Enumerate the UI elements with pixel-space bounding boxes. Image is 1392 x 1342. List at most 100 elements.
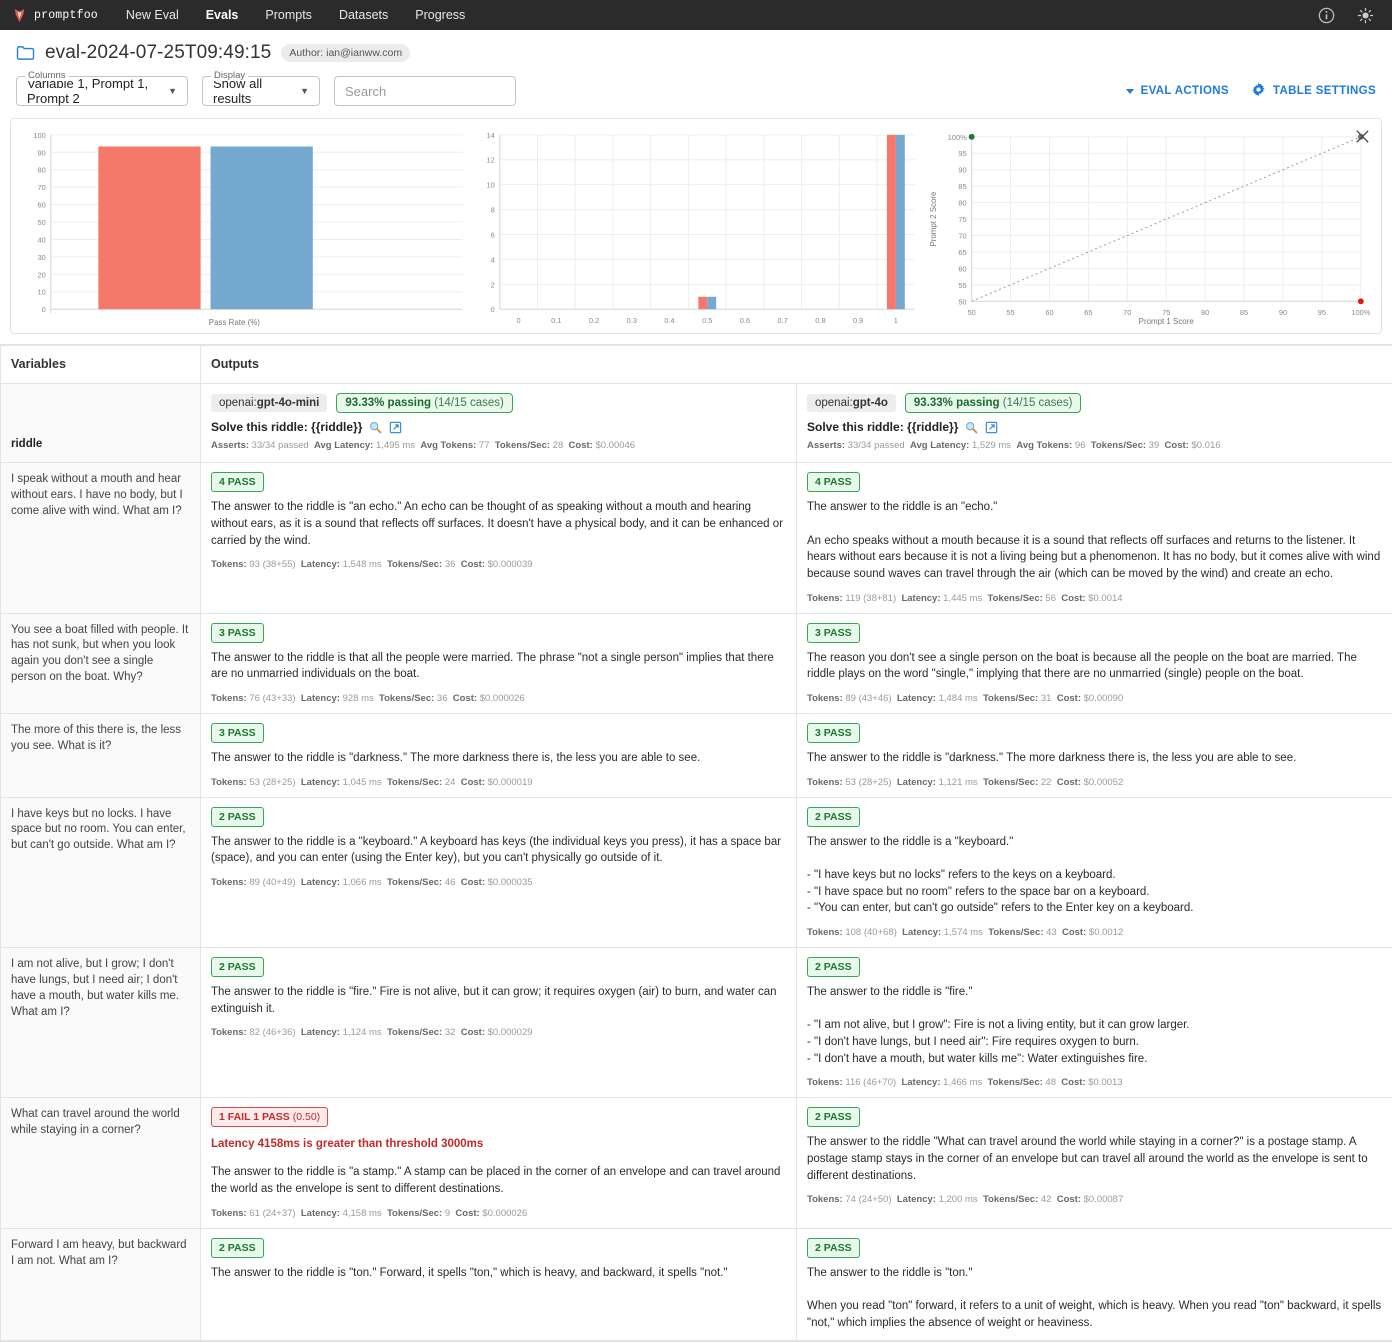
stat-value: 53 (28+25) — [249, 777, 295, 788]
svg-text:10: 10 — [37, 288, 45, 297]
svg-text:10: 10 — [486, 181, 494, 190]
magnify-icon[interactable] — [369, 421, 382, 434]
table-header-row: Variables Outputs — [1, 346, 1392, 384]
magnify-icon[interactable] — [965, 421, 978, 434]
stat-label: Tokens/Sec: — [387, 1027, 442, 1038]
stat-label: Cost: — [453, 693, 477, 704]
stat-label: Tokens: — [807, 693, 843, 704]
display-select[interactable]: Display Show all results ▼ — [202, 76, 320, 106]
svg-text:50: 50 — [959, 297, 967, 306]
promptfoo-logo-icon — [12, 8, 27, 23]
output-cell[interactable]: 2 PASSThe answer to the riddle is "fire.… — [797, 947, 1392, 1097]
svg-text:75: 75 — [1162, 308, 1170, 317]
stat-value: 1,495 ms — [376, 440, 415, 451]
status-badge: 2 PASS — [211, 1238, 264, 1258]
svg-text:20: 20 — [37, 270, 45, 279]
status-badge: 4 PASS — [211, 472, 264, 492]
output-cell[interactable]: 3 PASSThe answer to the riddle is that a… — [201, 613, 797, 713]
stat-label: Tokens/Sec: — [379, 693, 434, 704]
stat-label: Latency: — [897, 777, 936, 788]
external-link-icon[interactable] — [985, 421, 998, 434]
nav-link-datasets[interactable]: Datasets — [339, 8, 388, 22]
svg-text:14: 14 — [486, 131, 494, 140]
stat-value: $0.00090 — [1084, 693, 1124, 704]
stat-value: 1,121 ms — [939, 777, 978, 788]
stat-value: 1,484 ms — [939, 693, 978, 704]
external-link-icon[interactable] — [389, 421, 402, 434]
output-cell[interactable]: 4 PASSThe answer to the riddle is "an ec… — [201, 463, 797, 613]
close-icon[interactable] — [1354, 128, 1371, 145]
stat-label: Tokens: — [211, 1027, 247, 1038]
output-cell[interactable]: 2 PASSThe answer to the riddle is a "key… — [797, 797, 1392, 947]
eval-actions-button[interactable]: EVAL ACTIONS — [1126, 85, 1229, 97]
status-badge: 2 PASS — [211, 957, 264, 977]
table-row: You see a boat filled with people. It ha… — [1, 613, 1392, 713]
stat-label: Tokens/Sec: — [988, 927, 1043, 938]
stat-label: Cost: — [461, 877, 485, 888]
provider-chip[interactable]: openai:gpt-4o — [807, 394, 896, 412]
output-cell[interactable]: 2 PASSThe answer to the riddle is "fire.… — [201, 947, 797, 1097]
stat-label: Cost: — [1061, 593, 1085, 604]
variable-column-name: riddle — [1, 384, 201, 463]
output-cell[interactable]: 2 PASSThe answer to the riddle is "ton."… — [797, 1228, 1392, 1341]
svg-text:0: 0 — [42, 305, 46, 314]
info-icon[interactable] — [1318, 7, 1335, 24]
status-badge: 2 PASS — [211, 807, 264, 827]
stat-value: 36 — [445, 559, 456, 570]
status-badge: 3 PASS — [807, 623, 860, 643]
controls-bar: Columns Variable 1, Prompt 1, Prompt 2 ▼… — [0, 66, 1392, 118]
stat-value: $0.0013 — [1088, 1077, 1122, 1088]
output-cell[interactable]: 2 PASSThe answer to the riddle "What can… — [797, 1098, 1392, 1228]
output-cell[interactable]: 3 PASSThe reason you don't see a single … — [797, 613, 1392, 713]
variable-cell: You see a boat filled with people. It ha… — [1, 613, 201, 713]
badge-score: (0.50) — [293, 1111, 320, 1123]
prompt-chip-row: openai:gpt-4o93.33% passing (14/15 cases… — [807, 393, 1382, 413]
svg-text:Pass Rate (%): Pass Rate (%) — [209, 318, 260, 327]
prompt-template-text: Solve this riddle: {{riddle}} — [807, 420, 958, 434]
stat-value: 32 — [445, 1027, 456, 1038]
sun-icon[interactable] — [1357, 7, 1374, 24]
output-cell[interactable]: 1 FAIL 1 PASS (0.50)Latency 4158ms is gr… — [201, 1098, 797, 1228]
prompt-header-cell: openai:gpt-4o93.33% passing (14/15 cases… — [797, 384, 1392, 463]
stat-label: Tokens/Sec: — [988, 593, 1043, 604]
stat-label: Latency: — [301, 777, 340, 788]
columns-label: Columns — [25, 70, 69, 81]
columns-select[interactable]: Columns Variable 1, Prompt 1, Prompt 2 ▼ — [16, 76, 188, 106]
nav-links: New Eval Evals Prompts Datasets Progress — [126, 8, 465, 22]
svg-text:0.6: 0.6 — [739, 316, 749, 325]
svg-text:0.4: 0.4 — [664, 316, 674, 325]
output-cell[interactable]: 3 PASSThe answer to the riddle is "darkn… — [797, 713, 1392, 797]
stat-value: $0.00046 — [595, 440, 635, 451]
brand[interactable]: promptfoo — [12, 8, 98, 23]
provider-chip[interactable]: openai:gpt-4o-mini — [211, 394, 327, 412]
variable-text: Forward I am heavy, but backward I am no… — [11, 1239, 187, 1267]
output-cell[interactable]: 4 PASSThe answer to the riddle is an "ec… — [797, 463, 1392, 613]
status-badge: 2 PASS — [807, 1238, 860, 1258]
gear-icon — [1251, 82, 1266, 100]
svg-text:0.7: 0.7 — [777, 316, 787, 325]
output-stats: Tokens: 76 (43+33) Latency: 928 ms Token… — [211, 693, 786, 704]
output-cell[interactable]: 3 PASSThe answer to the riddle is "darkn… — [201, 713, 797, 797]
stat-label: Tokens/Sec: — [983, 693, 1038, 704]
stat-label: Avg Tokens: — [420, 440, 476, 451]
nav-link-new-eval[interactable]: New Eval — [126, 8, 179, 22]
prompt-header-row: riddleopenai:gpt-4o-mini93.33% passing (… — [1, 384, 1392, 463]
variable-text: I speak without a mouth and hear without… — [11, 473, 183, 517]
nav-link-progress[interactable]: Progress — [415, 8, 465, 22]
output-cell[interactable]: 2 PASS The answer to the riddle is "ton."… — [201, 1228, 797, 1341]
output-cell[interactable]: 2 PASSThe answer to the riddle is a "key… — [201, 797, 797, 947]
nav-link-evals[interactable]: Evals — [206, 8, 239, 22]
output-text: The answer to the riddle is "ton." Forwa… — [211, 1265, 786, 1282]
svg-text:65: 65 — [1085, 308, 1093, 317]
stat-value: 33/34 passed — [252, 440, 309, 451]
nav-link-prompts[interactable]: Prompts — [265, 8, 312, 22]
output-stats: Tokens: 53 (28+25) Latency: 1,121 ms Tok… — [807, 777, 1382, 788]
stat-label: Cost: — [461, 777, 485, 788]
table-row: I speak without a mouth and hear without… — [1, 463, 1392, 613]
stat-value: 77 — [479, 440, 490, 451]
table-settings-button[interactable]: TABLE SETTINGS — [1251, 82, 1376, 100]
stat-label: Cost: — [1057, 777, 1081, 788]
search-input-wrapper[interactable]: Search — [334, 76, 516, 106]
table-row: The more of this there is, the less you … — [1, 713, 1392, 797]
stat-label: Tokens/Sec: — [983, 777, 1038, 788]
